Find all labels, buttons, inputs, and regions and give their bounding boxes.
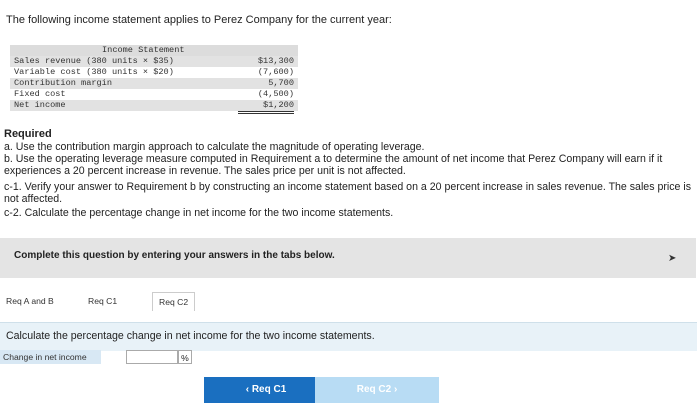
- row-label: Fixed cost: [14, 89, 66, 99]
- answer-label: Change in net income: [0, 350, 101, 364]
- tab-req-c1[interactable]: Req C1: [88, 292, 117, 310]
- intro-text: The following income statement applies t…: [6, 14, 392, 26]
- statement-row: Fixed cost (4,500): [10, 89, 298, 101]
- row-label: Sales revenue (380 units × $35): [14, 56, 174, 66]
- row-label: Net income: [14, 100, 66, 110]
- income-statement: Income Statement Sales revenue (380 unit…: [10, 45, 298, 114]
- prev-req-c1-button[interactable]: ‹ Req C1: [204, 377, 328, 403]
- statement-row: Sales revenue (380 units × $35) $13,300: [10, 56, 298, 67]
- tab-req-a-and-b[interactable]: Req A and B: [6, 292, 54, 310]
- next-req-c2-button[interactable]: Req C2 ›: [315, 377, 439, 403]
- instruction-text: Complete this question by entering your …: [14, 250, 335, 261]
- requirement-a: a. Use the contribution margin approach …: [4, 141, 425, 153]
- arrow-icon: ➤: [668, 253, 677, 264]
- row-amount: 5,700: [268, 78, 294, 88]
- net-income-change-input[interactable]: [126, 350, 178, 364]
- tab-req-c2[interactable]: Req C2: [152, 292, 196, 311]
- row-amount: $13,300: [257, 56, 294, 66]
- requirement-b: b. Use the operating leverage measure co…: [4, 153, 663, 177]
- statement-row: Variable cost (380 units × $20) (7,600): [10, 67, 298, 79]
- required-heading: Required: [4, 128, 52, 140]
- panel-prompt: Calculate the percentage change in net i…: [6, 330, 375, 342]
- requirement-c2: c-2. Calculate the percentage change in …: [4, 207, 394, 219]
- requirement-c1: c-1. Verify your answer to Requirement b…: [4, 181, 691, 205]
- statement-row: Net income $1,200: [10, 100, 298, 114]
- statement-title: Income Statement: [10, 45, 298, 56]
- statement-row: Contribution margin 5,700: [10, 78, 298, 89]
- percent-unit: %: [178, 350, 192, 364]
- row-label: Contribution margin: [14, 78, 112, 88]
- row-label: Variable cost (380 units × $20): [14, 67, 174, 77]
- row-amount: $1,200: [238, 100, 294, 114]
